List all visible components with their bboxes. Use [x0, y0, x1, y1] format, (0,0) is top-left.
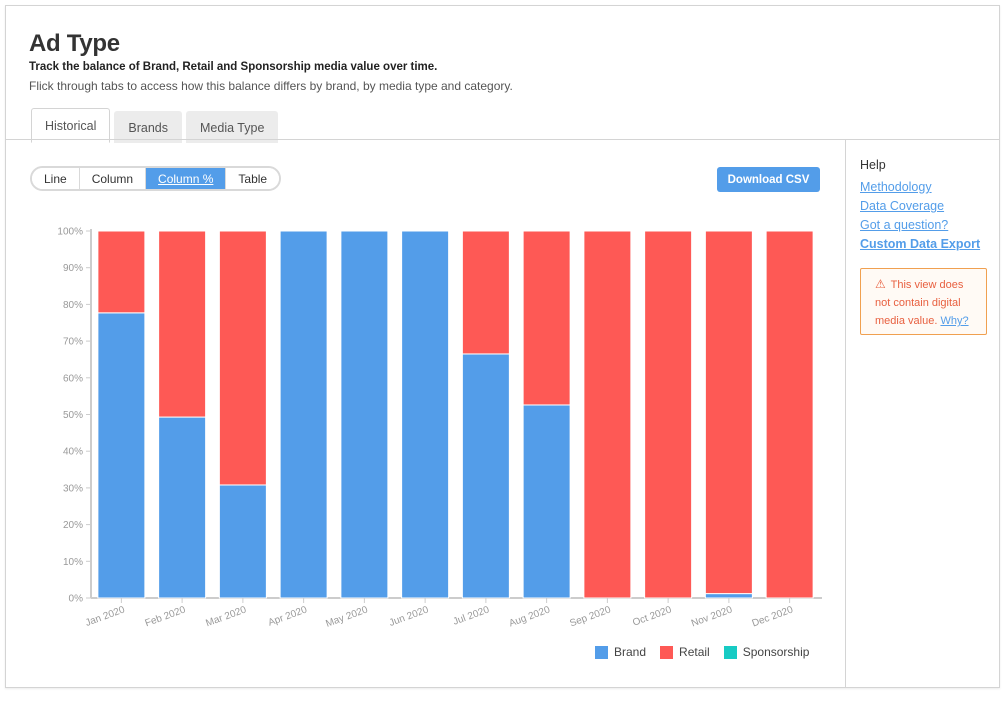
- legend-swatch-sponsorship: [723, 645, 737, 659]
- x-tick-label: Dec 2020: [751, 604, 795, 629]
- bar-retail-2: [218, 230, 267, 486]
- bar-brand-5: [401, 230, 450, 599]
- view-column-button[interactable]: Column: [79, 168, 147, 189]
- bar-brand-1: [158, 416, 207, 599]
- tab-historical[interactable]: Historical: [31, 108, 111, 143]
- x-tick-label: May 2020: [324, 604, 369, 630]
- y-tick-label: 30%: [63, 483, 83, 494]
- y-tick-label: 60%: [63, 373, 83, 384]
- bar-retail-8: [583, 230, 632, 599]
- y-tick-label: 50%: [63, 410, 83, 421]
- y-tick-label: 90%: [63, 263, 83, 274]
- bar-brand-10: [704, 593, 753, 599]
- bar-brand-6: [461, 353, 510, 599]
- bar-brand-7: [522, 404, 571, 599]
- bar-brand-4: [340, 230, 389, 599]
- view-line-button[interactable]: Line: [32, 168, 80, 189]
- legend-label-retail: Retail: [679, 645, 710, 659]
- legend-item-brand[interactable]: Brand: [595, 645, 646, 659]
- tab-bar: Historical Brands Media Type: [31, 108, 279, 143]
- chart-legend: Brand Retail Sponsorship: [595, 645, 809, 659]
- help-section: Help Methodology Data Coverage Got a que…: [860, 158, 990, 255]
- bar-brand-0: [97, 312, 146, 599]
- x-tick-label: Apr 2020: [267, 604, 309, 628]
- bar-retail-10: [704, 230, 753, 595]
- y-tick-label: 100%: [57, 227, 83, 238]
- legend-item-sponsorship[interactable]: Sponsorship: [723, 645, 810, 659]
- y-tick-label: 80%: [63, 300, 83, 311]
- y-tick-label: 70%: [63, 337, 83, 348]
- legend-swatch-retail: [660, 645, 674, 659]
- x-tick-label: Oct 2020: [631, 604, 673, 628]
- bar-retail-6: [461, 230, 510, 355]
- bar-retail-7: [522, 230, 571, 406]
- bar-retail-0: [97, 230, 146, 314]
- y-tick-label: 20%: [63, 520, 83, 531]
- page-title: Ad Type: [29, 30, 120, 57]
- digital-media-warning: ⚠ This view does not contain digital med…: [860, 268, 987, 335]
- view-column-percent-button[interactable]: Column %: [146, 168, 227, 189]
- warning-triangle-icon: ⚠: [875, 277, 886, 291]
- got-a-question-link[interactable]: Got a question?: [860, 217, 990, 233]
- x-tick-label: Feb 2020: [144, 604, 188, 629]
- data-coverage-link[interactable]: Data Coverage: [860, 198, 990, 214]
- why-link[interactable]: Why?: [940, 315, 968, 327]
- bar-retail-1: [158, 230, 207, 418]
- x-tick-label: Mar 2020: [204, 604, 248, 629]
- x-tick-label: Nov 2020: [690, 604, 734, 629]
- legend-label-sponsorship: Sponsorship: [742, 645, 810, 659]
- view-toggle: Line Column Column % Table: [30, 166, 282, 191]
- x-tick-label: Jun 2020: [388, 604, 431, 629]
- page-subtitle: Track the balance of Brand, Retail and S…: [29, 61, 438, 73]
- bar-retail-11: [765, 230, 814, 599]
- help-title: Help: [860, 158, 886, 172]
- view-table-button[interactable]: Table: [226, 168, 280, 189]
- bar-brand-3: [279, 230, 328, 599]
- methodology-link[interactable]: Methodology: [860, 179, 990, 195]
- custom-data-export-link[interactable]: Custom Data Export: [860, 236, 990, 252]
- y-tick-label: 0%: [69, 594, 84, 605]
- download-csv-button[interactable]: Download CSV: [717, 167, 820, 192]
- x-tick-label: Aug 2020: [508, 604, 552, 629]
- page-description: Flick through tabs to access how this ba…: [29, 79, 513, 93]
- x-tick-label: Jul 2020: [452, 604, 492, 627]
- legend-label-brand: Brand: [614, 645, 647, 659]
- bar-brand-2: [218, 484, 267, 599]
- x-tick-label: Sep 2020: [568, 604, 612, 629]
- legend-item-retail[interactable]: Retail: [660, 645, 710, 659]
- y-tick-label: 10%: [63, 557, 83, 568]
- y-tick-label: 40%: [63, 447, 83, 458]
- tab-divider: [6, 139, 999, 140]
- x-tick-label: Jan 2020: [84, 604, 127, 629]
- ad-type-panel: Ad Type Track the balance of Brand, Reta…: [5, 5, 1000, 688]
- sidebar-divider: [845, 140, 846, 688]
- bar-retail-9: [644, 230, 693, 599]
- legend-swatch-brand: [595, 645, 608, 659]
